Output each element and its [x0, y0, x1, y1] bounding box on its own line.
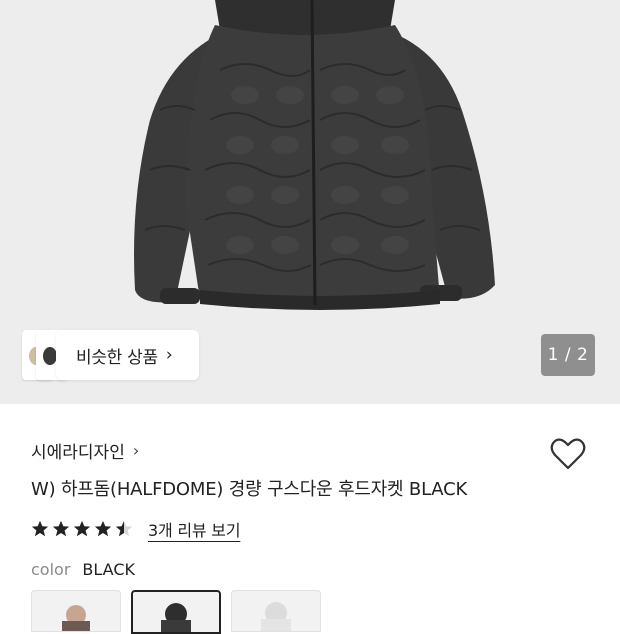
star-half-icon [115, 520, 133, 537]
color-value: BLACK [82, 560, 135, 579]
similar-products-label: 비슷한 상품 [76, 347, 158, 368]
brand-link[interactable]: 시에라디자인 › [31, 438, 139, 463]
swatch-option[interactable] [231, 590, 321, 632]
chevron-right-icon: › [165, 345, 173, 365]
product-image-carousel[interactable]: 비슷한 상품 › 1 / 2 [0, 0, 620, 404]
swatch-option[interactable] [31, 590, 121, 632]
color-swatches [31, 590, 331, 634]
image-pager: 1 / 2 [541, 334, 595, 376]
star-full-icon [52, 520, 70, 537]
similar-products[interactable]: 비슷한 상품 › [22, 330, 200, 380]
reviews-link[interactable]: 3개 리뷰 보기 [148, 517, 241, 541]
chevron-right-icon: › [132, 441, 140, 460]
similar-products-button[interactable]: 비슷한 상품 › [56, 330, 199, 380]
star-rating [31, 520, 136, 538]
rating-row: 3개 리뷰 보기 [31, 514, 241, 544]
color-label: color [31, 560, 71, 579]
product-title: W) 하프돔(HALFDOME) 경량 구스다운 후드자켓 BLACK [31, 479, 468, 500]
star-full-icon [73, 520, 91, 537]
brand-name: 시에라디자인 [31, 443, 125, 463]
swatch-option-selected[interactable] [131, 590, 221, 634]
star-full-icon [31, 520, 49, 537]
color-row: color BLACK [31, 560, 135, 579]
star-full-icon [94, 520, 112, 537]
heart-icon[interactable] [548, 434, 588, 474]
